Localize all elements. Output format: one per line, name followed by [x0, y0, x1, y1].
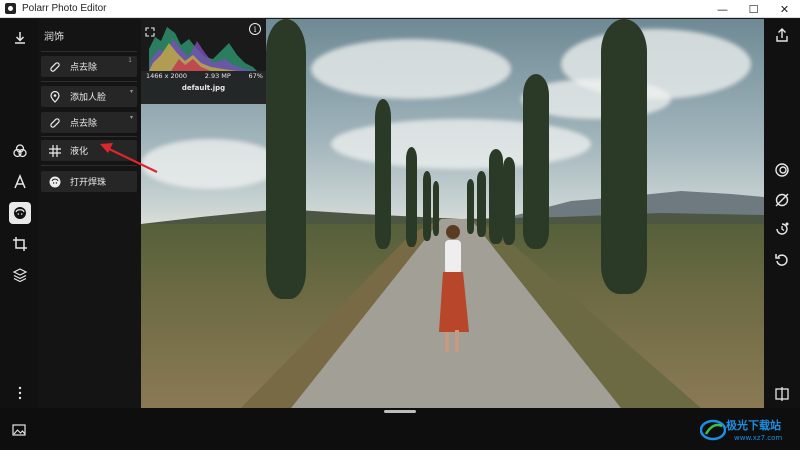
image-gallery-icon[interactable] — [10, 421, 28, 439]
watermark-logo-icon — [700, 419, 726, 441]
compare-off-icon[interactable] — [771, 189, 793, 211]
history-icon[interactable] — [771, 218, 793, 240]
drag-handle[interactable] — [384, 410, 416, 413]
site-watermark: 极光下载站 www.xz7.com — [700, 412, 798, 448]
watermark-url: www.xz7.com — [734, 434, 783, 442]
app-window: Polarr Photo Editor — ☐ ✕ 润饰 点去除 1 添加人脸 … — [0, 0, 800, 450]
filmstrip-bar — [0, 408, 800, 450]
split-view-icon[interactable] — [771, 383, 793, 405]
spiral-icon[interactable] — [771, 159, 793, 181]
right-toolbar — [764, 19, 800, 408]
watermark-name: 极光下载站 — [726, 419, 781, 432]
undo-icon[interactable] — [771, 249, 793, 271]
annotation-arrow — [100, 143, 158, 173]
share-icon[interactable] — [771, 24, 793, 46]
